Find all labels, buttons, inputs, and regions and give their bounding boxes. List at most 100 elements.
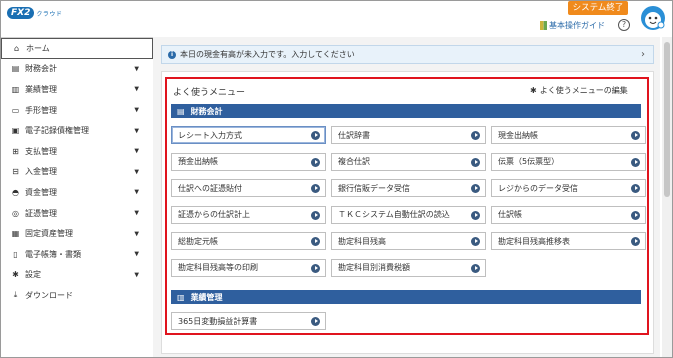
chevron-down-icon: ▼ xyxy=(134,168,139,176)
favorite-menu-label: 伝票（5伝票型） xyxy=(498,157,560,166)
sidebar-item-label: 入金管理 xyxy=(25,167,57,177)
chevron-down-icon: ▼ xyxy=(134,271,139,279)
monitor-icon: ▣ xyxy=(11,126,20,136)
favorite-menu-label: 勘定科目残高 xyxy=(338,236,386,246)
sidebar-item-label: ホーム xyxy=(26,43,50,53)
logo-text: クラウド xyxy=(36,10,63,18)
sidebar-item[interactable]: ✱ 設定 ▼ xyxy=(1,265,153,286)
guide-label: 基本操作ガイド xyxy=(549,21,605,30)
play-arrow-icon xyxy=(631,237,640,246)
favorite-menu-button[interactable]: レシート入力方式 xyxy=(171,126,326,144)
favorite-menu-label: 現金出納帳 xyxy=(498,130,538,140)
play-arrow-icon xyxy=(311,184,320,193)
sidebar-item[interactable]: ◓ 資金管理 ▼ xyxy=(1,182,153,203)
edit-favorites-link[interactable]: ✱ よく使うメニューの編集 xyxy=(530,85,628,96)
sidebar-item[interactable]: ⊟ 入金管理 ▼ xyxy=(1,162,153,183)
bill-icon: ▭ xyxy=(11,105,20,115)
favorite-menu-button[interactable]: レジからのデータ受信 xyxy=(491,179,646,197)
play-arrow-icon xyxy=(311,210,320,220)
favorite-menu-button[interactable]: 現金出納帳 xyxy=(491,126,646,144)
sidebar-item[interactable]: ▣ 電子記録債権管理 ▼ xyxy=(1,120,153,141)
bank-icon: ⊞ xyxy=(12,146,19,156)
favorite-menu-label: 仕訳辞書 xyxy=(338,130,370,140)
favorite-menu-button[interactable]: 仕訳帳 xyxy=(491,205,646,224)
category-label: 財務会計 xyxy=(190,106,223,116)
basic-guide-link[interactable]: 基本操作ガイド xyxy=(540,20,605,31)
mascot-avatar[interactable] xyxy=(640,4,666,32)
sidebar-item-label: 電子帳簿・書類 xyxy=(25,249,81,259)
play-arrow-icon xyxy=(631,184,640,193)
play-arrow-icon xyxy=(471,131,480,140)
sidebar-item[interactable]: ▤ 財務会計 ▼ xyxy=(1,59,153,80)
sidebar-item[interactable]: ◎ 証憑管理 ▼ xyxy=(1,203,153,224)
favorite-menu-button[interactable]: 総勘定元帳 xyxy=(171,232,326,250)
play-arrow-icon xyxy=(311,237,320,246)
favorite-menu-button[interactable]: 預金出納帳 xyxy=(171,152,326,171)
chevron-down-icon: ▼ xyxy=(134,85,139,93)
building-icon: ▦ xyxy=(11,229,20,239)
play-arrow-icon xyxy=(471,263,480,273)
category-header: ▥ 業績管理 xyxy=(171,290,641,304)
favorite-menu-label: 総勘定元帳 xyxy=(178,236,218,246)
cash-balance-notice[interactable]: i 本日の現金有高が未入力です。入力してください › xyxy=(161,45,654,64)
favorite-menu-button[interactable]: 複合仕訳 xyxy=(331,152,486,171)
favorite-menu-button[interactable]: ＴＫＣシステム自動仕訳の読込 xyxy=(331,205,486,224)
sidebar-item-label: 業績管理 xyxy=(25,84,57,94)
favorite-menu-button[interactable]: 伝票（5伝票型） xyxy=(491,152,646,171)
favorite-menu-button[interactable]: 仕訳への証憑貼付 xyxy=(171,179,326,197)
sidebar-item[interactable]: ⌂ ホーム xyxy=(1,38,153,59)
play-arrow-icon xyxy=(631,131,640,140)
logo-mark: FX2 xyxy=(7,7,35,19)
favorite-menu-label: 銀行信販データ受信 xyxy=(338,183,410,193)
sidebar-item-label: 資金管理 xyxy=(25,187,57,197)
bar-chart-icon: ▥ xyxy=(11,84,20,94)
edit-favorites-label: よく使うメニューの編集 xyxy=(539,86,628,95)
download-icon: ⤓ xyxy=(13,290,18,300)
favorite-menu-button[interactable]: 勘定科目別消費税額 xyxy=(331,258,486,277)
home-icon: ⌂ xyxy=(13,43,20,53)
sidebar-item[interactable]: ⊞ 支払管理 ▼ xyxy=(1,141,153,162)
favorite-menu-label: 証憑からの仕訳計上 xyxy=(178,210,250,219)
system-exit-button[interactable]: システム終了 xyxy=(568,1,628,15)
favorite-menu-label: 複合仕訳 xyxy=(338,157,370,166)
gear-icon: ✱ xyxy=(12,270,19,280)
sidebar-item-label: 固定資産管理 xyxy=(25,229,73,239)
favorite-menu-button[interactable]: 勘定科目残高 xyxy=(331,232,486,250)
sidebar-item[interactable]: ▥ 業績管理 ▼ xyxy=(1,79,153,100)
book-icon: ▯ xyxy=(13,249,18,259)
play-arrow-icon xyxy=(471,184,480,193)
favorite-menu-label: 365日変動損益計算書 xyxy=(178,316,258,326)
favorite-menu-label: 勘定科目別消費税額 xyxy=(338,263,410,272)
chevron-down-icon: ▼ xyxy=(134,188,139,196)
sidebar-item[interactable]: ▯ 電子帳簿・書類 ▼ xyxy=(1,244,153,265)
scrollbar-thumb[interactable] xyxy=(664,42,670,197)
sidebar-item-label: ダウンロード xyxy=(25,290,73,300)
chevron-down-icon: ▼ xyxy=(134,65,139,73)
sidebar-item-label: 財務会計 xyxy=(25,64,57,74)
sidebar-item-label: 設定 xyxy=(25,270,41,280)
favorite-menu-button[interactable]: 勘定科目残高等の印刷 xyxy=(171,258,326,277)
sidebar-item-label: 証憑管理 xyxy=(25,208,57,218)
favorite-menu-label: 預金出納帳 xyxy=(178,157,218,166)
sidebar-item[interactable]: ⤓ ダウンロード xyxy=(1,285,153,306)
favorite-menu-label: レシート入力方式 xyxy=(178,130,242,140)
chevron-right-icon: › xyxy=(641,49,645,60)
sidebar-item[interactable]: ▭ 手形管理 ▼ xyxy=(1,100,153,121)
sidebar-item-label: 支払管理 xyxy=(25,146,57,156)
help-icon[interactable]: ? xyxy=(618,19,630,31)
favorite-menu-button[interactable]: 365日変動損益計算書 xyxy=(171,312,326,330)
favorite-menu-button[interactable]: 銀行信販データ受信 xyxy=(331,179,486,197)
chevron-down-icon: ▼ xyxy=(134,106,139,114)
chevron-down-icon: ▼ xyxy=(134,147,139,155)
favorite-menu-button[interactable]: 勘定科目残高推移表 xyxy=(491,232,646,250)
play-arrow-icon xyxy=(631,210,640,220)
gear-icon: ✱ xyxy=(530,86,537,95)
sidebar-item[interactable]: ▦ 固定資産管理 ▼ xyxy=(1,223,153,244)
info-icon: i xyxy=(168,50,176,59)
favorite-menu-button[interactable]: 証憑からの仕訳計上 xyxy=(171,205,326,224)
play-arrow-icon xyxy=(631,157,640,167)
favorite-menu-button[interactable]: 仕訳辞書 xyxy=(331,126,486,144)
bar-chart-icon: ▥ xyxy=(177,292,185,302)
sidebar-nav: ⌂ ホーム ▤ 財務会計 ▼ ▥ 業績管理 ▼ ▭ 手形管理 ▼ ▣ 電子記録債権管理 ▼ ⊞ 支払管理 ▼ ⊟ 入… xyxy=(1,37,153,357)
play-arrow-icon xyxy=(471,157,480,167)
